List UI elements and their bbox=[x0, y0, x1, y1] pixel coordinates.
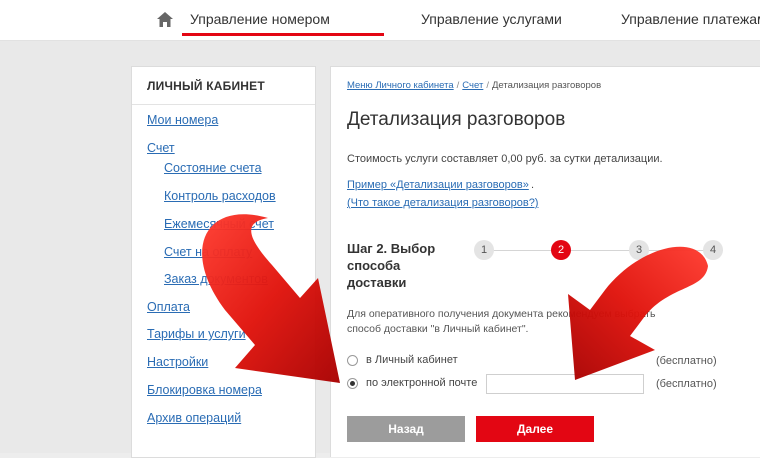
sidebar-item-monthly-bill[interactable]: Ежемесячный счет bbox=[164, 217, 274, 231]
sidebar-item-account-status[interactable]: Состояние счета bbox=[164, 161, 262, 175]
breadcrumb-account-link[interactable]: Счет bbox=[462, 80, 483, 91]
personal-cabinet-price: (бесплатно) bbox=[656, 355, 717, 367]
sidebar-item-tariffs[interactable]: Тарифы и услуги bbox=[147, 327, 246, 341]
sidebar-item-order-documents[interactable]: Заказ документов bbox=[164, 272, 268, 286]
breadcrumb-menu-link[interactable]: Меню Личного кабинета bbox=[347, 80, 454, 91]
sidebar-item-my-numbers[interactable]: Мои номера bbox=[147, 113, 218, 127]
top-navigation: Управление номером Управление услугами У… bbox=[0, 0, 760, 41]
email-price: (бесплатно) bbox=[656, 378, 717, 390]
step-title: Шаг 2. Выбор способа доставки bbox=[347, 241, 436, 290]
sidebar-item-account[interactable]: Счет bbox=[147, 141, 175, 155]
personal-cabinet-radio[interactable] bbox=[347, 354, 358, 366]
sidebar-item-invoice[interactable]: Счет на оплату bbox=[164, 245, 252, 259]
example-link-suffix: . bbox=[531, 179, 535, 191]
delivery-description: Для оперативного получения документа рек… bbox=[347, 308, 656, 335]
step-1-indicator: 1 bbox=[474, 240, 494, 260]
sidebar: ЛИЧНЫЙ КАБИНЕТ Мои номера Счет Состояние… bbox=[131, 66, 316, 458]
step-3-indicator: 3 bbox=[629, 240, 649, 260]
active-tab-indicator bbox=[182, 33, 384, 36]
tab-services-management[interactable]: Управление услугами bbox=[421, 11, 562, 27]
step-2-indicator: 2 bbox=[551, 240, 571, 260]
tab-payments-management[interactable]: Управление платежами bbox=[621, 11, 760, 27]
email-input[interactable] bbox=[486, 374, 644, 394]
sidebar-title: ЛИЧНЫЙ КАБИНЕТ bbox=[147, 79, 265, 93]
email-radio[interactable] bbox=[347, 377, 358, 389]
example-link[interactable]: Пример «Детализации разговоров» bbox=[347, 179, 529, 191]
sidebar-divider bbox=[132, 104, 315, 105]
breadcrumb: Меню Личного кабинета / Счет / Детализация р… bbox=[347, 80, 602, 91]
sidebar-item-operations-archive[interactable]: Архив операций bbox=[147, 411, 241, 425]
page-title: Детализация разговоров bbox=[347, 109, 566, 130]
sidebar-item-block-number[interactable]: Блокировка номера bbox=[147, 383, 262, 397]
email-option-label: по электронной почте bbox=[366, 377, 478, 389]
option-email[interactable]: по электронной почте bbox=[347, 377, 477, 389]
what-is-detalization-link[interactable]: (Что такое детализация разговоров?) bbox=[347, 197, 538, 209]
option-personal-cabinet[interactable]: в Личный кабинет bbox=[347, 354, 458, 366]
breadcrumb-current: Детализация разговоров bbox=[491, 80, 602, 91]
next-button[interactable]: Далее bbox=[476, 416, 594, 442]
tab-number-management[interactable]: Управление номером bbox=[190, 11, 330, 27]
steps-line bbox=[483, 250, 723, 251]
cost-info: Стоимость услуги составляет 0,00 руб. за… bbox=[347, 153, 663, 165]
back-button[interactable]: Назад bbox=[347, 416, 465, 442]
sidebar-item-payment[interactable]: Оплата bbox=[147, 300, 190, 314]
step-4-indicator: 4 bbox=[703, 240, 723, 260]
home-icon[interactable] bbox=[156, 10, 174, 28]
sidebar-item-settings[interactable]: Настройки bbox=[147, 355, 208, 369]
sidebar-item-expense-control[interactable]: Контроль расходов bbox=[164, 189, 276, 203]
personal-cabinet-label: в Личный кабинет bbox=[366, 354, 458, 366]
main-content: Меню Личного кабинета / Счет / Детализация р… bbox=[330, 66, 760, 457]
